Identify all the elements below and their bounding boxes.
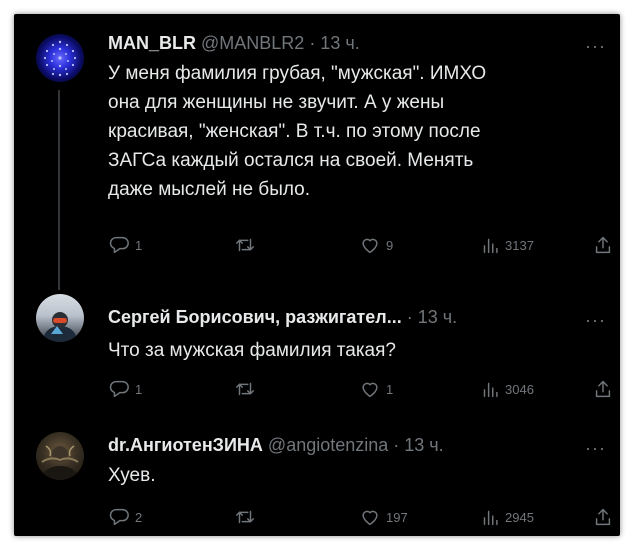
views-count: 3046 bbox=[505, 381, 534, 397]
more-icon[interactable]: ··· bbox=[585, 311, 606, 329]
tweet-2[interactable]: Сергей Борисович, разжигател... · 13 ч. … bbox=[14, 286, 620, 412]
retweet-icon bbox=[236, 510, 254, 524]
tweet-thread: MAN_BLR @MANBLR2 · 13 ч. ··· У меня фами… bbox=[14, 14, 620, 536]
like-button[interactable]: 9 bbox=[359, 234, 393, 256]
share-icon bbox=[595, 380, 611, 398]
author-name[interactable]: dr.АнгиотенЗИНА bbox=[108, 435, 263, 455]
like-icon bbox=[362, 238, 378, 254]
author-name[interactable]: MAN_BLR bbox=[108, 33, 196, 53]
tweet-3[interactable]: dr.АнгиотенЗИНА @angiotenzina · 13 ч. ··… bbox=[14, 412, 620, 536]
avatar-person-icon bbox=[44, 312, 76, 342]
share-button[interactable] bbox=[592, 234, 614, 256]
avatar[interactable] bbox=[36, 432, 84, 480]
like-icon bbox=[362, 510, 378, 526]
retweet-button[interactable] bbox=[234, 234, 261, 256]
reply-icon bbox=[109, 380, 129, 398]
reply-icon bbox=[109, 508, 129, 526]
avatar-person-icon bbox=[41, 445, 79, 480]
author-name[interactable]: Сергей Борисович, разжигател... bbox=[108, 307, 402, 327]
like-button[interactable]: 197 bbox=[359, 506, 408, 528]
more-icon[interactable]: ··· bbox=[585, 439, 606, 457]
retweet-button[interactable] bbox=[234, 378, 261, 400]
share-button[interactable] bbox=[592, 378, 614, 400]
reply-count: 1 bbox=[135, 381, 143, 397]
tweet-actions: 1 9 3137 bbox=[108, 234, 614, 258]
reply-count: 1 bbox=[135, 237, 143, 253]
views-button[interactable]: 3046 bbox=[480, 378, 534, 400]
tweet-header: MAN_BLR @MANBLR2 · 13 ч. bbox=[108, 32, 360, 54]
reply-button[interactable]: 1 bbox=[108, 378, 142, 400]
views-count: 2945 bbox=[505, 509, 534, 525]
like-count: 197 bbox=[386, 509, 408, 525]
share-icon bbox=[595, 508, 611, 526]
retweet-icon bbox=[236, 238, 254, 252]
tweet-header: Сергей Борисович, разжигател... · 13 ч. bbox=[108, 306, 457, 328]
views-button[interactable]: 2945 bbox=[480, 506, 534, 528]
views-count: 3137 bbox=[505, 237, 534, 253]
handle-time[interactable]: @angiotenzina · 13 ч. bbox=[268, 435, 444, 455]
share-button[interactable] bbox=[592, 506, 614, 528]
tweet-actions: 1 1 3046 bbox=[108, 378, 614, 402]
share-icon bbox=[595, 236, 611, 254]
views-button[interactable]: 3137 bbox=[480, 234, 534, 256]
tweet-text: Хуев. bbox=[108, 465, 156, 486]
reply-button[interactable]: 2 bbox=[108, 506, 142, 528]
tweet-1[interactable]: MAN_BLR @MANBLR2 · 13 ч. ··· У меня фами… bbox=[14, 14, 620, 290]
like-count: 9 bbox=[386, 237, 394, 253]
thread-line bbox=[58, 90, 60, 290]
views-icon bbox=[483, 382, 498, 398]
tweet-text: У меня фамилия грубая, "мужская". ИМХО о… bbox=[108, 63, 487, 200]
tweet-actions: 2 197 2945 bbox=[108, 506, 614, 530]
handle-time[interactable]: · 13 ч. bbox=[407, 307, 457, 327]
views-icon bbox=[483, 510, 498, 526]
like-icon bbox=[362, 382, 378, 398]
avatar[interactable] bbox=[36, 294, 84, 342]
tweet-header: dr.АнгиотенЗИНА @angiotenzina · 13 ч. bbox=[108, 434, 444, 456]
reply-count: 2 bbox=[135, 509, 143, 525]
avatar-pattern-icon bbox=[43, 40, 77, 77]
more-icon[interactable]: ··· bbox=[585, 37, 606, 55]
retweet-icon bbox=[236, 382, 254, 396]
views-icon bbox=[483, 238, 498, 254]
reply-button[interactable]: 1 bbox=[108, 234, 142, 256]
retweet-button[interactable] bbox=[234, 506, 261, 528]
handle-time[interactable]: @MANBLR2 · 13 ч. bbox=[201, 33, 360, 53]
like-count: 1 bbox=[386, 381, 394, 397]
tweet-text: Что за мужская фамилия такая? bbox=[108, 340, 396, 361]
avatar[interactable] bbox=[36, 34, 84, 82]
like-button[interactable]: 1 bbox=[359, 378, 393, 400]
reply-icon bbox=[109, 236, 129, 254]
